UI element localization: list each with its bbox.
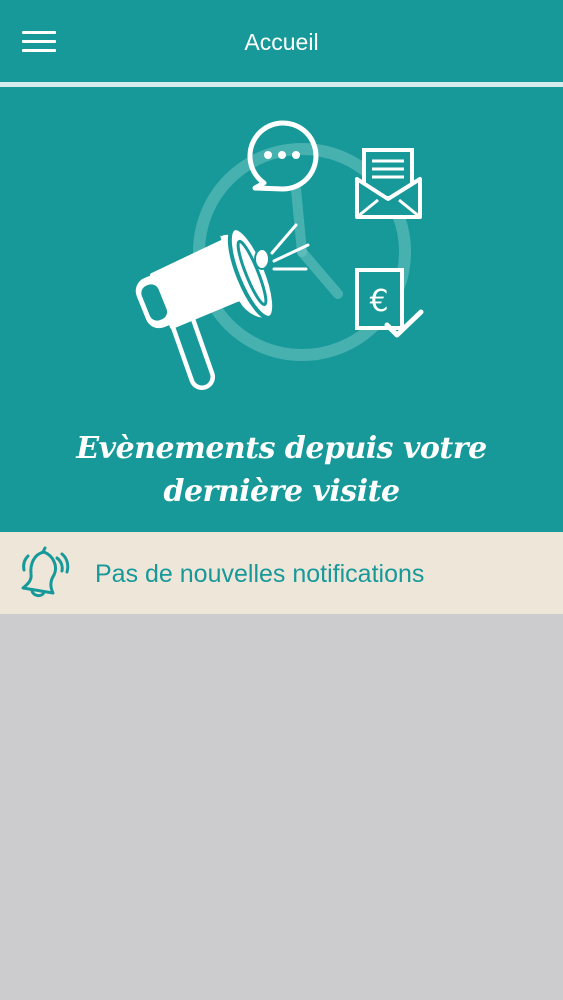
content-area bbox=[0, 614, 563, 1000]
notification-bar: Pas de nouvelles notifications bbox=[0, 532, 563, 614]
hero-illustration: € bbox=[135, 120, 424, 390]
hero-title-line-2: dernière visite bbox=[163, 474, 400, 509]
page-title: Accueil bbox=[244, 29, 319, 55]
hero-title-line-1: Evènements depuis votre bbox=[76, 431, 487, 466]
hero-title: Evènements depuis votre dernière visite bbox=[0, 427, 563, 513]
bell-icon bbox=[21, 546, 70, 598]
euro-symbol: € bbox=[369, 284, 388, 319]
app-bar: Accueil bbox=[0, 0, 563, 82]
envelope-icon bbox=[355, 148, 422, 219]
hero-banner: € Evènements depuis votre dernière visit… bbox=[0, 87, 563, 532]
notification-message: Pas de nouvelles notifications bbox=[95, 560, 425, 588]
invoice-euro-icon: € bbox=[355, 268, 424, 338]
